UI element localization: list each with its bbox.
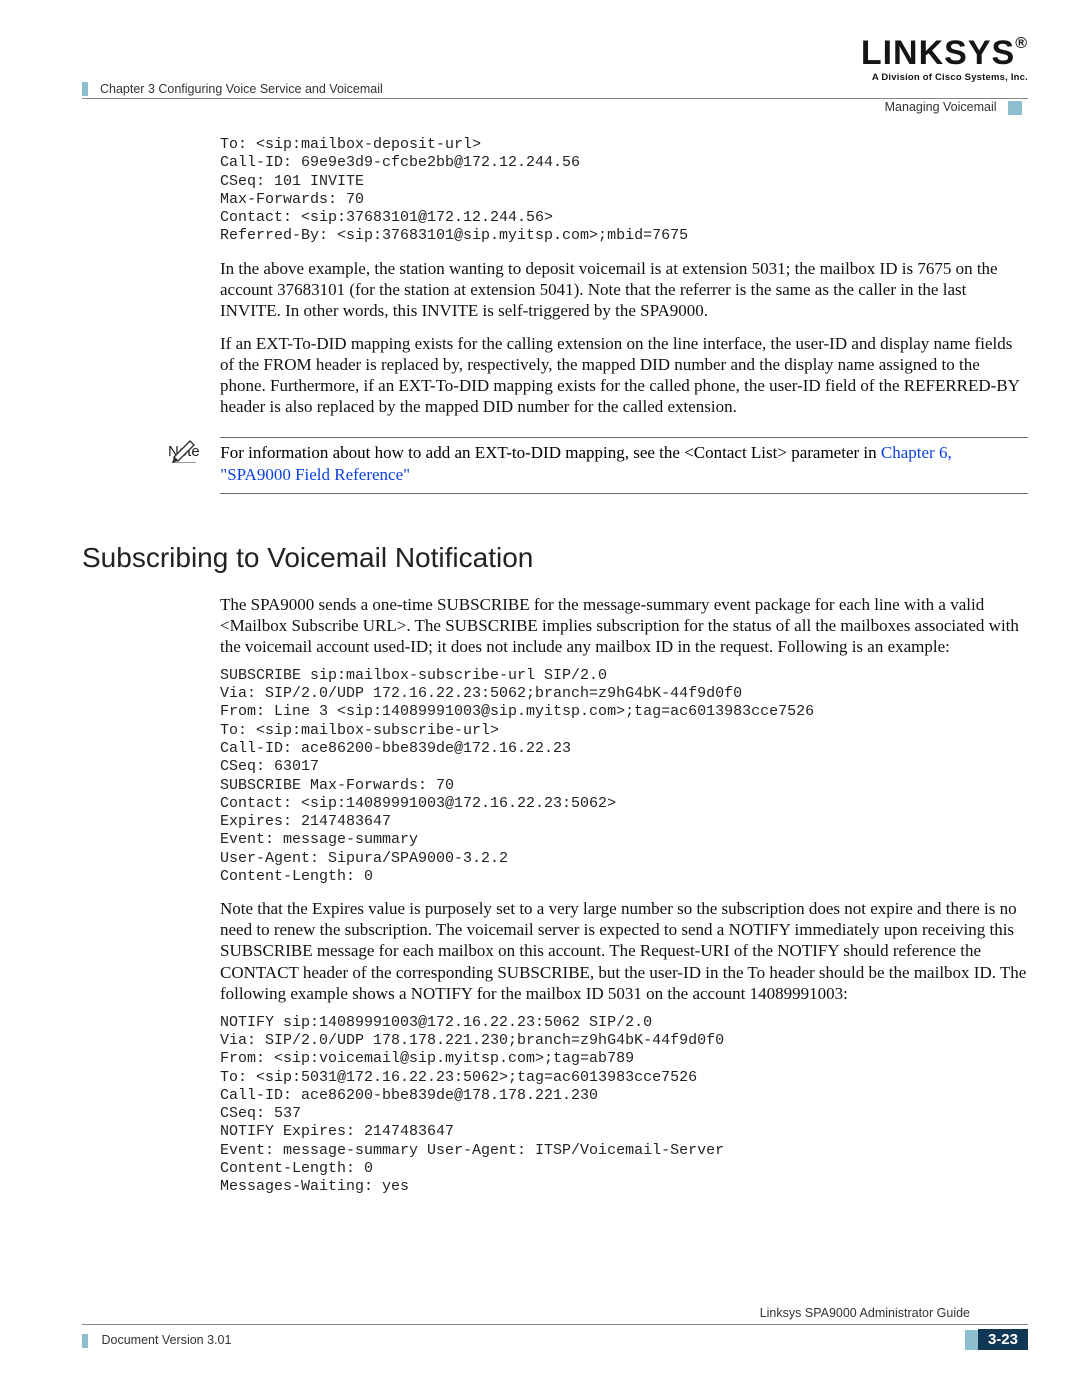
code-block-sip-notify: NOTIFY sip:14089991003@172.16.22.23:5062… bbox=[220, 1014, 1028, 1197]
page-footer: Linksys SPA9000 Administrator Guide Docu… bbox=[82, 1324, 1028, 1359]
code-block-sip-invite: To: <sip:mailbox-deposit-url> Call-ID: 6… bbox=[220, 136, 1028, 246]
footer-guide-title: Linksys SPA9000 Administrator Guide bbox=[760, 1306, 970, 1320]
page-number-block: 3-23 bbox=[965, 1329, 1028, 1350]
brand-logo: LINKSYS® A Division of Cisco Systems, In… bbox=[861, 36, 1028, 83]
document-version: Document Version 3.01 bbox=[101, 1333, 231, 1347]
paragraph: The SPA9000 sends a one-time SUBSCRIBE f… bbox=[220, 594, 1028, 657]
footer-accent-icon bbox=[82, 1334, 88, 1348]
note-pencil-icon bbox=[168, 433, 202, 468]
code-block-sip-subscribe: SUBSCRIBE sip:mailbox-subscribe-url SIP/… bbox=[220, 667, 1028, 887]
note-block: Note For information about how to add an… bbox=[168, 437, 1028, 493]
section-title: Subscribing to Voicemail Notification bbox=[82, 542, 1028, 574]
paragraph: If an EXT-To-DID mapping exists for the … bbox=[220, 333, 1028, 417]
chapter-heading: Chapter 3 Configuring Voice Service and … bbox=[100, 82, 383, 96]
header-accent-icon bbox=[82, 82, 88, 96]
note-text: For information about how to add an EXT-… bbox=[220, 442, 1022, 486]
page-number: 3-23 bbox=[978, 1329, 1028, 1350]
brand-name: LINKSYS® bbox=[861, 34, 1028, 72]
section-heading: Managing Voicemail bbox=[885, 100, 1022, 115]
paragraph: In the above example, the station wantin… bbox=[220, 258, 1028, 321]
paragraph: Note that the Expires value is purposely… bbox=[220, 898, 1028, 1003]
header-accent-icon bbox=[1008, 101, 1022, 115]
